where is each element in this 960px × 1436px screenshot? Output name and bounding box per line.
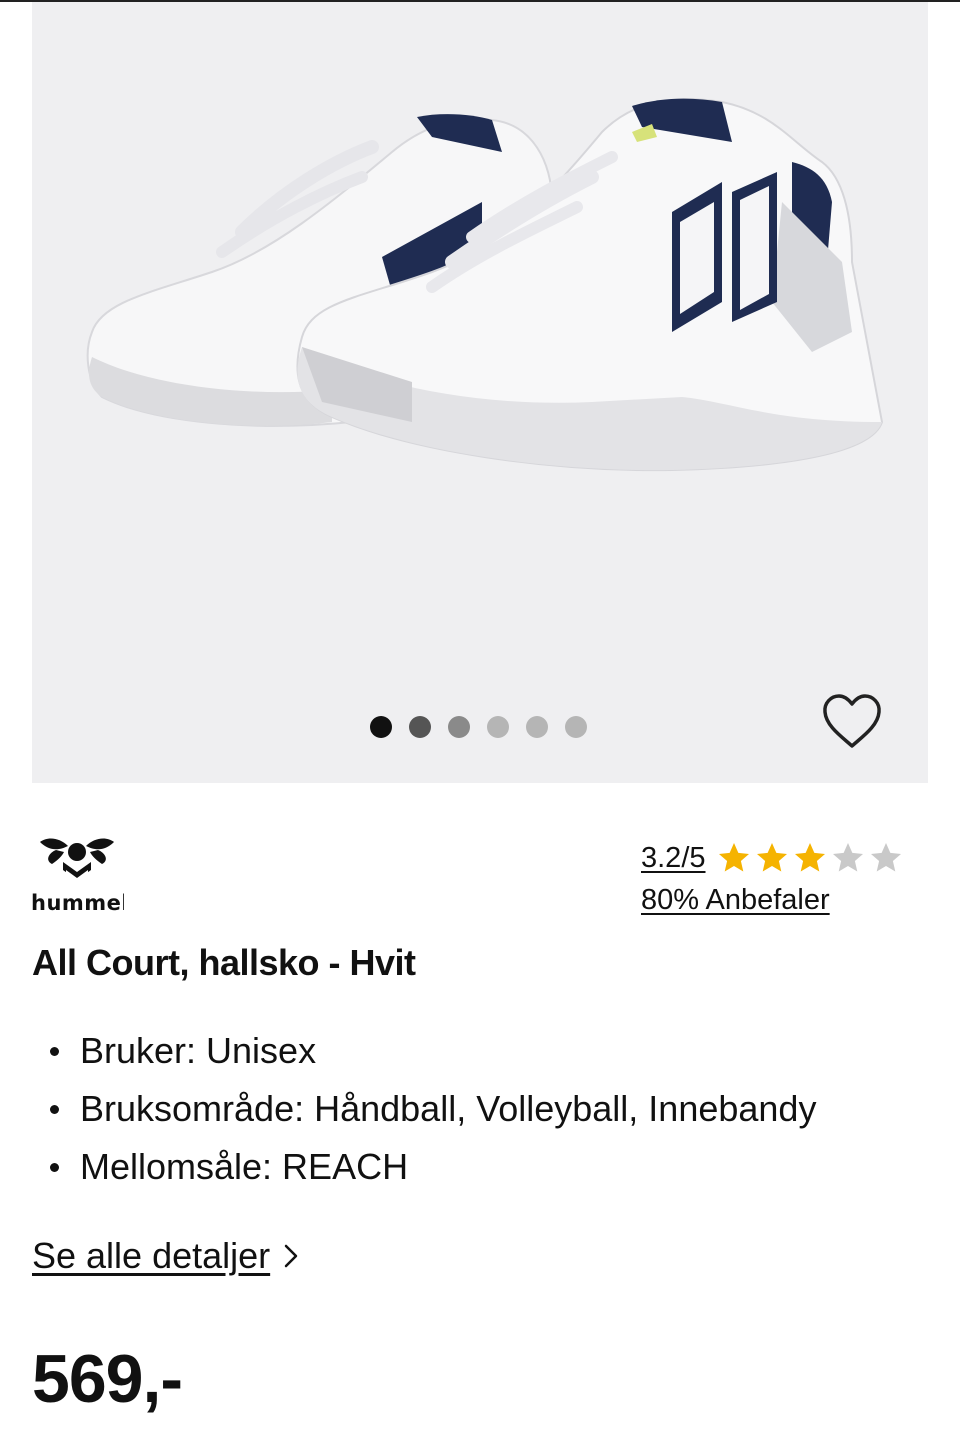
gallery-pagination[interactable] [370,716,587,738]
bullet-icon [50,1046,59,1056]
recommend-percentage[interactable]: 80% Anbefaler [641,884,904,917]
rating-score[interactable]: 3.2/5 [641,842,706,875]
see-all-details-label[interactable]: Se alle detaljer [32,1235,270,1277]
feature-text: Bruksområde: Håndball, Volleyball, Inneb… [80,1088,817,1129]
star-empty-icon [870,843,901,872]
gallery-dot-5[interactable] [526,716,548,738]
brand-name: hummel [31,891,124,915]
feature-text: Bruker: Unisex [80,1030,317,1071]
feature-item: Bruksområde: Håndball, Volleyball, Inneb… [50,1080,816,1138]
product-image-gallery[interactable] [32,2,928,783]
gallery-dot-4[interactable] [487,716,509,738]
feature-text: Mellomsåle: REACH [80,1146,409,1187]
product-image[interactable] [32,2,928,783]
star-filled-icon [756,843,787,872]
rating-summary[interactable]: 3.2/5 80% Anbefaler [641,840,904,917]
heart-outline-icon[interactable] [820,692,884,752]
gallery-dot-2[interactable] [409,716,431,738]
star-empty-icon [832,843,863,872]
gallery-dot-6[interactable] [565,716,587,738]
bullet-icon [50,1162,59,1172]
product-price: 569,- [32,1341,183,1417]
gallery-dot-1[interactable] [370,716,392,738]
star-filled-icon [794,843,825,872]
product-title: All Court, hallsko - Hvit [32,942,416,983]
feature-item: Mellomsåle: REACH [50,1138,816,1196]
see-all-details-link[interactable]: Se alle detaljer [32,1235,300,1277]
feature-list: Bruker: Unisex Bruksområde: Håndball, Vo… [50,1022,816,1196]
feature-item: Bruker: Unisex [50,1022,816,1080]
gallery-dot-3[interactable] [448,716,470,738]
bullet-icon [50,1104,59,1114]
chevron-right-icon[interactable] [282,1242,300,1270]
star-filled-icon [718,843,749,872]
rating-stars [716,840,904,876]
hummel-logo[interactable]: hummel [30,832,124,916]
